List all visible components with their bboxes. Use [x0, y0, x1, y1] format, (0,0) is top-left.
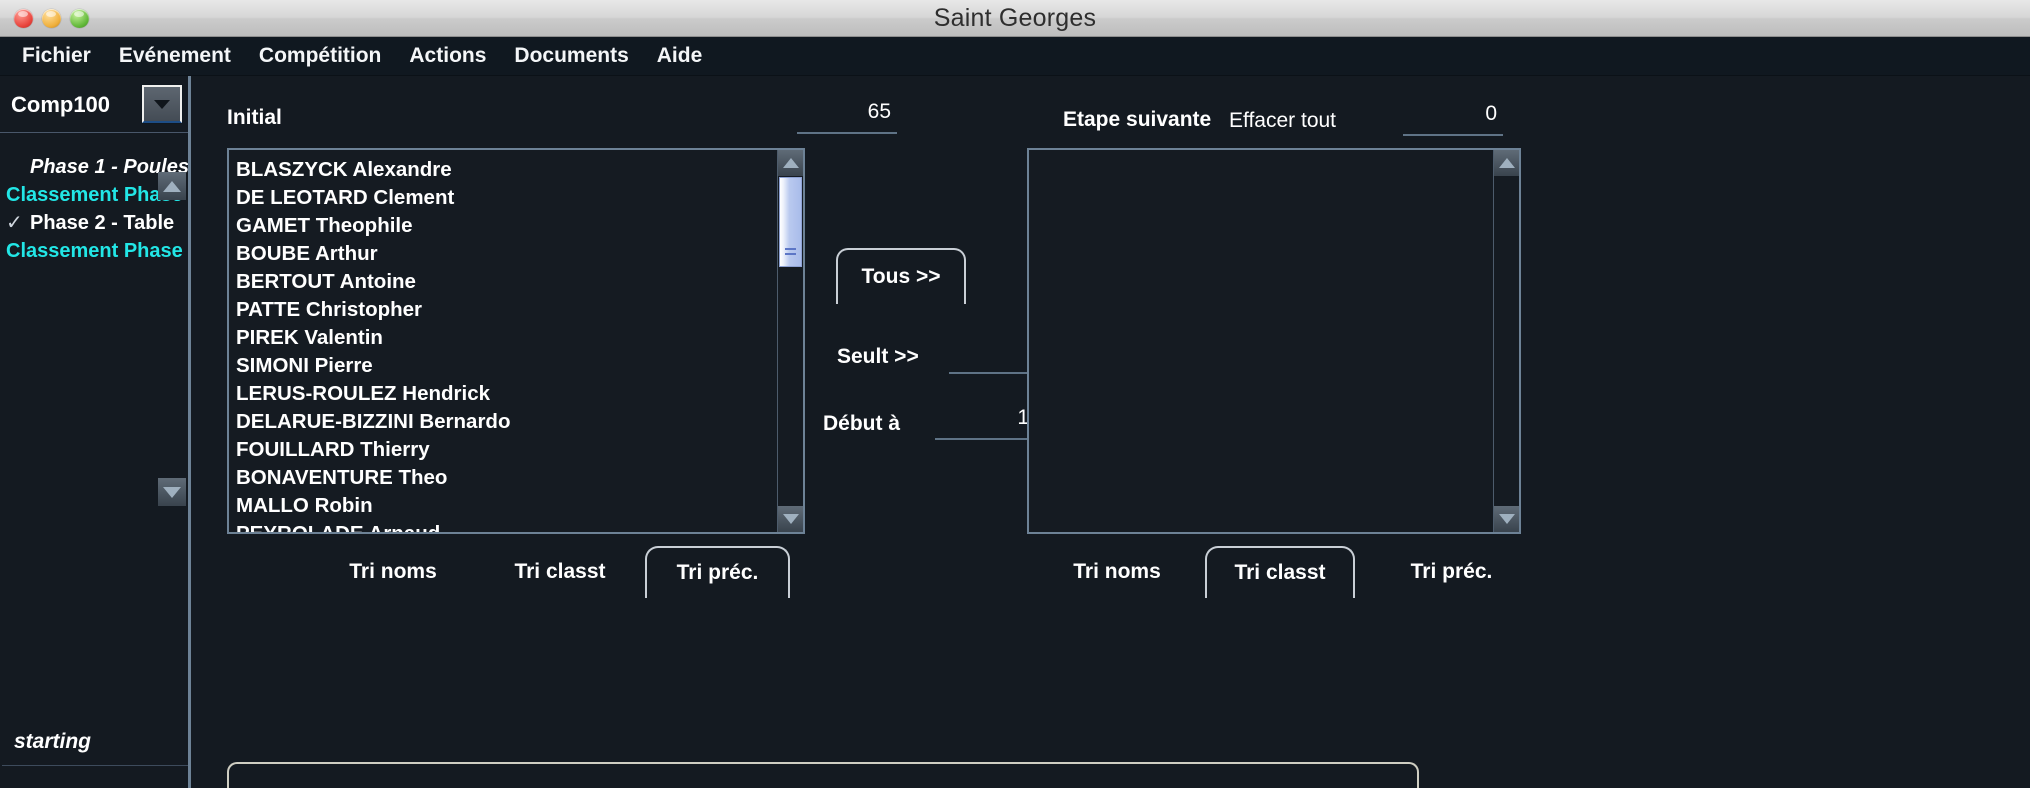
sidebar-scroll-down-button[interactable]	[158, 478, 186, 506]
tree-item-classement-phase-2[interactable]: Classement Phase	[0, 237, 188, 265]
seult-button[interactable]: Seult >>	[837, 345, 919, 369]
initial-sort-tabs: Tri noms Tri classt Tri préc.	[227, 546, 805, 602]
triangle-down-icon	[163, 486, 181, 498]
tab-tri-noms[interactable]: Tri noms	[1047, 546, 1187, 598]
effacer-tout-button[interactable]: Effacer tout	[1229, 109, 1336, 133]
scroll-up-button[interactable]	[778, 150, 803, 176]
tab-tri-classt[interactable]: Tri classt	[1205, 546, 1355, 598]
tab-tri-noms[interactable]: Tri noms	[323, 546, 463, 598]
competition-selector[interactable]: Comp100	[0, 76, 188, 133]
minimize-window-button[interactable]	[42, 8, 61, 28]
list-item[interactable]: BERTOUT Antoine	[236, 268, 778, 296]
window-title: Saint Georges	[933, 3, 1097, 32]
etape-list-scrollbar[interactable]	[1493, 150, 1519, 532]
checkmark-icon: ✓	[6, 212, 23, 234]
triangle-down-icon	[1498, 514, 1515, 524]
list-item[interactable]: MALLO Robin	[236, 492, 778, 520]
menu-item-aide[interactable]: Aide	[643, 42, 717, 70]
sidebar: Comp100 Phase 1 - Poules Classement Phas…	[0, 76, 190, 788]
body-split: Comp100 Phase 1 - Poules Classement Phas…	[0, 76, 2030, 788]
list-item[interactable]: DELARUE-BIZZINI Bernardo	[236, 408, 778, 436]
title-bar: Saint Georges	[0, 0, 2030, 37]
traffic-light-group	[14, 0, 89, 36]
tree-item-label: Classement Phase	[6, 240, 183, 262]
tree-item-phase-2[interactable]: ✓ Phase 2 - Table	[0, 209, 188, 237]
list-item[interactable]: GAMET Theophile	[236, 212, 778, 240]
debut-a-label: Début à	[823, 412, 901, 435]
tab-tri-classt[interactable]: Tri classt	[485, 546, 635, 598]
maximize-window-button[interactable]	[70, 8, 89, 28]
etape-suivante-button[interactable]: Etape suivante	[1063, 108, 1211, 132]
etape-list-panel	[1027, 148, 1521, 534]
triangle-up-icon	[1498, 158, 1515, 168]
list-item[interactable]: LERUS-ROULEZ Hendrick	[236, 380, 778, 408]
tab-tri-prec[interactable]: Tri préc.	[1379, 546, 1524, 598]
menu-item-competition[interactable]: Compétition	[245, 42, 395, 70]
tree-item-label: Phase 2 - Table	[30, 212, 175, 234]
sidebar-divider	[2, 765, 188, 766]
debut-a-field[interactable]: 1	[935, 406, 1035, 440]
sidebar-scroll-up-button[interactable]	[158, 172, 186, 200]
app-window: Saint Georges Fichier Evénement Compétit…	[0, 0, 2030, 788]
tab-tri-prec[interactable]: Tri préc.	[645, 546, 790, 598]
tous-button[interactable]: Tous >>	[836, 248, 966, 304]
initial-list[interactable]: BLASZYCK Alexandre DE LEOTARD Clement GA…	[229, 150, 778, 532]
initial-list-scrollbar[interactable]	[777, 150, 803, 532]
status-text: starting	[14, 730, 92, 753]
triangle-up-icon	[782, 158, 799, 168]
initial-label: Initial	[227, 106, 282, 129]
scroll-up-button[interactable]	[1494, 150, 1519, 176]
list-item[interactable]: SIMONI Pierre	[236, 352, 778, 380]
list-item[interactable]: DE LEOTARD Clement	[236, 184, 778, 212]
list-item[interactable]: PATTE Christopher	[236, 296, 778, 324]
bottom-panel	[227, 762, 1419, 788]
scrollbar-grip-icon	[785, 248, 796, 256]
header-row: Initial 65 Etape suivante Effacer tout 0	[191, 76, 2030, 152]
chevron-down-icon	[154, 99, 170, 109]
menu-item-evenement[interactable]: Evénement	[105, 42, 245, 70]
menu-bar: Fichier Evénement Compétition Actions Do…	[0, 37, 2030, 76]
menu-item-documents[interactable]: Documents	[500, 42, 642, 70]
list-item[interactable]: BLASZYCK Alexandre	[236, 156, 778, 184]
list-item[interactable]: BOUBE Arthur	[236, 240, 778, 268]
close-window-button[interactable]	[14, 8, 33, 28]
effacer-count-field[interactable]: 0	[1403, 102, 1503, 136]
menu-item-fichier[interactable]: Fichier	[8, 42, 105, 70]
etape-list[interactable]	[1029, 150, 1494, 532]
scrollbar-thumb[interactable]	[779, 177, 802, 267]
initial-list-panel: BLASZYCK Alexandre DE LEOTARD Clement GA…	[227, 148, 805, 534]
list-item[interactable]: PIREK Valentin	[236, 324, 778, 352]
menu-item-actions[interactable]: Actions	[395, 42, 500, 70]
triangle-down-icon	[782, 514, 799, 524]
initial-count-field[interactable]: 65	[797, 100, 897, 134]
list-item[interactable]: BONAVENTURE Theo	[236, 464, 778, 492]
scroll-down-button[interactable]	[1494, 506, 1519, 532]
tree-item-label: Classement Phase	[6, 184, 183, 206]
etape-sort-tabs: Tri noms Tri classt Tri préc.	[1027, 546, 1521, 602]
main-content: Initial 65 Etape suivante Effacer tout 0…	[190, 76, 2030, 788]
scroll-down-button[interactable]	[778, 506, 803, 532]
list-item[interactable]: PEYROLADE Arnaud	[236, 520, 778, 532]
triangle-up-icon	[163, 180, 181, 192]
competition-selector-dropdown-button[interactable]	[142, 85, 182, 123]
list-item[interactable]: FOUILLARD Thierry	[236, 436, 778, 464]
competition-selector-value: Comp100	[11, 92, 111, 117]
